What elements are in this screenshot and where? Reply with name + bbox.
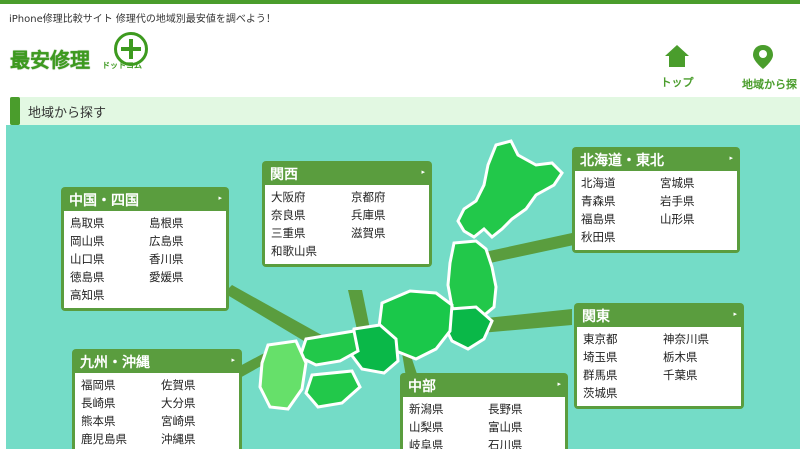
region-card-kansai[interactable]: 関西 ▸ 大阪府 京都府 奈良県 兵庫県 三重県 滋賀県 和歌山県 xyxy=(262,161,432,267)
pref-list-kanto: 東京都 神奈川県 埼玉県 栃木県 群馬県 千葉県 茨城県 xyxy=(577,327,741,406)
pref-link[interactable]: 神奈川県 xyxy=(663,331,735,348)
shikoku-land xyxy=(304,369,362,409)
pref-link[interactable]: 千葉県 xyxy=(663,367,735,384)
top-accent-bar xyxy=(0,0,800,4)
logo-text: 最安修理 xyxy=(10,48,90,72)
pref-link[interactable]: 京都府 xyxy=(351,189,423,206)
site-logo[interactable]: 最安修理 ドットコム xyxy=(10,30,170,78)
pref-link[interactable]: 青森県 xyxy=(581,193,652,210)
pref-link[interactable]: 岐阜県 xyxy=(409,437,480,449)
nav-area-search[interactable]: 地域から探 xyxy=(742,44,800,92)
pref-link[interactable]: 福島県 xyxy=(581,211,652,228)
pref-link[interactable]: 愛媛県 xyxy=(149,269,220,286)
pref-link[interactable]: 長崎県 xyxy=(81,395,153,412)
pref-link[interactable]: 奈良県 xyxy=(271,207,343,224)
region-card-hokkaido-tohoku[interactable]: 北海道・東北 ▸ 北海道 宮城県 青森県 岩手県 福島県 山形県 秋田県 xyxy=(572,147,740,253)
pref-link[interactable]: 宮崎県 xyxy=(161,413,233,430)
pref-link[interactable]: 香川県 xyxy=(149,251,220,268)
pref-link[interactable]: 兵庫県 xyxy=(351,207,423,224)
pref-link[interactable]: 埼玉県 xyxy=(583,349,655,366)
region-card-kyushu-okinawa[interactable]: 九州・沖縄 ▸ 福岡県 佐賀県 長崎県 大分県 熊本県 宮崎県 鹿児島県 沖縄県 xyxy=(72,349,242,449)
pref-link[interactable]: 群馬県 xyxy=(583,367,655,384)
arrow-right-icon: ▸ xyxy=(733,310,737,318)
pref-link[interactable]: 山形県 xyxy=(660,211,731,228)
pref-link[interactable]: 和歌山県 xyxy=(271,243,343,260)
pref-link[interactable]: 石川県 xyxy=(488,437,559,449)
pref-link[interactable]: 熊本県 xyxy=(81,413,153,430)
arrow-right-icon: ▸ xyxy=(729,154,733,162)
pref-link[interactable]: 岡山県 xyxy=(70,233,141,250)
pref-list-chubu: 新潟県 長野県 山梨県 富山県 岐阜県 石川県 xyxy=(403,397,565,449)
section-accent-bar xyxy=(10,97,20,125)
hokkaido-land xyxy=(456,139,564,240)
pref-link[interactable]: 鹿児島県 xyxy=(81,431,153,448)
pref-link[interactable]: 三重県 xyxy=(271,225,343,242)
pref-link[interactable]: 富山県 xyxy=(488,419,559,436)
pref-link[interactable]: 北海道 xyxy=(581,175,652,192)
pref-link[interactable]: 長野県 xyxy=(488,401,559,418)
region-name-kyushu: 九州・沖縄 xyxy=(80,355,150,371)
pref-link[interactable]: 山口県 xyxy=(70,251,141,268)
pref-link[interactable]: 秋田県 xyxy=(581,229,652,246)
pref-link[interactable]: 徳島県 xyxy=(70,269,141,286)
region-name-hokkaido: 北海道・東北 xyxy=(580,153,664,169)
logo-subtext: ドットコム xyxy=(102,61,142,70)
japan-map: 中国・四国 ▸ 鳥取県 島根県 岡山県 広島県 山口県 香川県 徳島県 愛媛県 … xyxy=(6,125,800,449)
arrow-right-icon: ▸ xyxy=(231,356,235,364)
region-name-kansai: 関西 xyxy=(270,167,298,183)
pref-link[interactable]: 広島県 xyxy=(149,233,220,250)
arrow-right-icon: ▸ xyxy=(421,168,425,176)
pref-link[interactable]: 大阪府 xyxy=(271,189,343,206)
pref-link[interactable]: 山梨県 xyxy=(409,419,480,436)
region-name-chugoku: 中国・四国 xyxy=(69,193,139,209)
section-header: 地域から探す xyxy=(10,97,800,125)
region-name-chubu: 中部 xyxy=(408,379,436,395)
region-card-chugoku[interactable]: 中国・四国 ▸ 鳥取県 島根県 岡山県 広島県 山口県 香川県 徳島県 愛媛県 … xyxy=(61,187,229,311)
nav-top-label: トップ xyxy=(660,76,694,89)
pointer-hokkaido xyxy=(480,233,574,263)
pref-link[interactable]: 茨城県 xyxy=(583,385,655,402)
region-name-kanto: 関東 xyxy=(582,309,610,325)
map-pin-icon xyxy=(753,45,773,69)
pref-link[interactable]: 高知県 xyxy=(70,287,141,304)
pref-link[interactable]: 沖縄県 xyxy=(161,431,233,448)
pref-list-kansai: 大阪府 京都府 奈良県 兵庫県 三重県 滋賀県 和歌山県 xyxy=(265,185,429,264)
pref-link[interactable]: 大分県 xyxy=(161,395,233,412)
pref-list-chugoku: 鳥取県 島根県 岡山県 広島県 山口県 香川県 徳島県 愛媛県 高知県 xyxy=(64,211,226,308)
pref-list-hokkaido: 北海道 宮城県 青森県 岩手県 福島県 山形県 秋田県 xyxy=(575,171,737,250)
home-icon xyxy=(665,45,689,67)
site-tagline: iPhone修理比較サイト 修理代の地域別最安値を調べよう！ xyxy=(9,14,276,25)
pref-link[interactable]: 島根県 xyxy=(149,215,220,232)
pref-link[interactable]: 滋賀県 xyxy=(351,225,423,242)
arrow-right-icon: ▸ xyxy=(218,194,222,202)
pref-link[interactable]: 東京都 xyxy=(583,331,655,348)
pref-link[interactable]: 鳥取県 xyxy=(70,215,141,232)
pref-link[interactable]: 新潟県 xyxy=(409,401,480,418)
pref-link[interactable]: 福岡県 xyxy=(81,377,153,394)
region-card-kanto[interactable]: 関東 ▸ 東京都 神奈川県 埼玉県 栃木県 群馬県 千葉県 茨城県 xyxy=(574,303,744,409)
pref-list-kyushu: 福岡県 佐賀県 長崎県 大分県 熊本県 宮崎県 鹿児島県 沖縄県 xyxy=(75,373,239,449)
section-title: 地域から探す xyxy=(28,106,107,121)
pref-link[interactable]: 岩手県 xyxy=(660,193,731,210)
pref-link[interactable]: 栃木県 xyxy=(663,349,735,366)
nav-area-label: 地域から探 xyxy=(742,78,797,91)
region-card-chubu[interactable]: 中部 ▸ 新潟県 長野県 山梨県 富山県 岐阜県 石川県 xyxy=(400,373,568,449)
kyushu-land xyxy=(258,339,308,411)
nav-top[interactable]: トップ xyxy=(652,44,702,90)
arrow-right-icon: ▸ xyxy=(557,380,561,388)
pref-link[interactable]: 佐賀県 xyxy=(161,377,233,394)
pref-link[interactable]: 宮城県 xyxy=(660,175,731,192)
